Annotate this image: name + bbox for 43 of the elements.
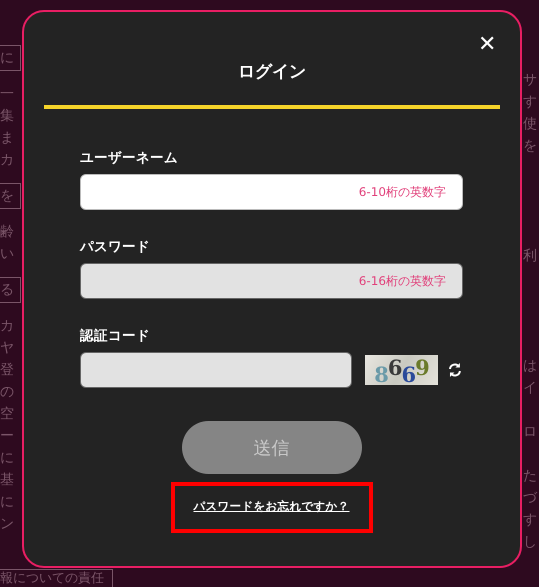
background-text: す — [523, 93, 537, 112]
background-text: 報についての責任 — [0, 569, 113, 587]
background-text: サ — [523, 71, 537, 90]
background-text: に — [0, 45, 21, 71]
background-text: 基 — [0, 471, 14, 490]
captcha-image: 8669 — [364, 355, 438, 385]
background-text: に — [0, 493, 14, 512]
background-text: た — [523, 467, 537, 486]
forgot-password-link[interactable]: パスワードをお忘れですか？ — [174, 486, 368, 529]
field-label: ユーザーネーム — [80, 149, 179, 167]
background-text: ロ — [523, 423, 537, 442]
background-text: 一 — [0, 85, 14, 104]
background-text: 使 — [523, 115, 537, 134]
background-text: ヤ — [0, 339, 14, 358]
background-text: し — [523, 533, 537, 552]
background-text: 利 — [523, 247, 537, 266]
background-text: づ — [523, 489, 537, 508]
background-text: カ — [0, 151, 14, 170]
field-label: パスワード — [80, 238, 151, 256]
input-field[interactable]: 6-10桁の英数字 — [80, 174, 463, 210]
background-text: イ — [523, 379, 537, 398]
background-text: 集 — [0, 107, 14, 126]
close-button[interactable]: ✕ — [478, 32, 496, 56]
background-text: ー — [0, 427, 14, 446]
background-text: 空 — [0, 405, 14, 424]
background-text: ン — [0, 515, 14, 534]
background-text: す — [523, 511, 537, 530]
input-field[interactable]: 6-16桁の英数字 — [80, 263, 463, 299]
background-text: カ — [0, 317, 14, 336]
background-text: 登 — [0, 361, 14, 380]
background-text: ま — [0, 129, 14, 148]
background-text: る — [0, 277, 21, 303]
background-text: い — [0, 245, 14, 264]
background-text: は — [523, 357, 537, 376]
input-field[interactable] — [80, 352, 352, 388]
background-text: 齢 — [0, 223, 14, 242]
dialog-title: ログイン — [238, 61, 306, 83]
background-text: に — [0, 449, 14, 468]
field-label: 認証コード — [80, 327, 151, 345]
background-text: を — [523, 137, 537, 156]
background-text: の — [0, 383, 14, 402]
refresh-icon[interactable] — [447, 362, 463, 378]
background-text: を — [0, 183, 21, 209]
